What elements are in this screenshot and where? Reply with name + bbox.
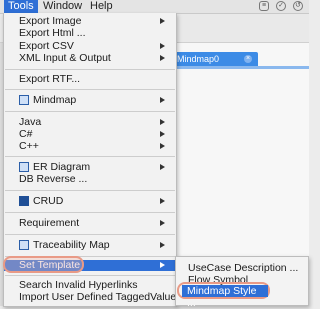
menu-item-export-csv[interactable]: Export CSV xyxy=(4,41,176,52)
menu-window[interactable]: Window xyxy=(43,0,82,13)
menu-item-cpp[interactable]: C++ xyxy=(4,141,176,152)
menu-item-csharp[interactable]: C# xyxy=(4,129,176,140)
diagram-tab-label: Mindmap0 xyxy=(177,54,220,64)
submenu-arrow-icon xyxy=(160,143,165,149)
menu-separator xyxy=(5,111,175,112)
menu-item-search-invalid-hyperlinks[interactable]: Search Invalid Hyperlinks xyxy=(4,280,176,291)
check-icon[interactable]: ✓ xyxy=(276,1,286,11)
traceability-icon xyxy=(19,240,29,250)
menu-item-export-rtf[interactable]: Export RTF... xyxy=(4,74,176,85)
menu-item-export-image[interactable]: Export Image xyxy=(4,16,176,27)
menu-separator xyxy=(5,89,175,90)
menu-item-crud[interactable]: CRUD xyxy=(4,196,176,207)
menu-bar: Tools Window Help ≡ ✓ ↺ xyxy=(0,0,309,14)
submenu-arrow-icon xyxy=(160,131,165,137)
menu-tools[interactable]: Tools xyxy=(4,0,38,13)
submenu-item-mindmap-style[interactable]: Mindmap Style ... xyxy=(182,285,268,309)
submenu-item-usecase-description[interactable]: UseCase Description ... xyxy=(188,262,298,274)
submenu-arrow-icon xyxy=(160,220,165,226)
menu-separator xyxy=(5,234,175,235)
notification-icon[interactable]: ≡ xyxy=(259,1,269,11)
menu-item-xml-input-output[interactable]: XML Input & Output xyxy=(4,53,176,64)
submenu-arrow-icon xyxy=(160,97,165,103)
menu-separator xyxy=(5,275,175,276)
menu-separator xyxy=(5,212,175,213)
menu-separator xyxy=(5,190,175,191)
menu-item-requirement[interactable]: Requirement xyxy=(4,218,176,229)
submenu-arrow-icon xyxy=(160,119,165,125)
menu-item-db-reverse[interactable]: DB Reverse ... xyxy=(4,174,176,185)
submenu-arrow-icon xyxy=(160,262,165,268)
menu-separator xyxy=(5,156,175,157)
crud-icon xyxy=(19,196,29,206)
submenu-arrow-icon xyxy=(160,43,165,49)
menu-item-mindmap[interactable]: Mindmap xyxy=(4,95,176,106)
submenu-arrow-icon xyxy=(160,198,165,204)
mindmap-icon xyxy=(19,95,29,105)
submenu-arrow-icon xyxy=(160,55,165,61)
diagram-tab[interactable]: Mindmap0 × xyxy=(172,52,258,66)
menu-item-import-tagged-value[interactable]: Import User Defined TaggedValue xyxy=(4,292,176,303)
submenu-arrow-icon xyxy=(160,242,165,248)
menu-separator xyxy=(5,69,175,70)
menu-item-java[interactable]: Java xyxy=(4,117,176,128)
submenu-arrow-icon xyxy=(160,18,165,24)
set-template-highlight xyxy=(3,256,84,273)
close-icon[interactable]: × xyxy=(244,55,252,63)
submenu-arrow-icon xyxy=(160,164,165,170)
tab-strip xyxy=(172,66,309,69)
er-diagram-icon xyxy=(19,162,29,172)
menu-item-er-diagram[interactable]: ER Diagram xyxy=(4,162,176,173)
menu-item-export-html[interactable]: Export Html ... xyxy=(4,28,176,39)
menu-item-traceability-map[interactable]: Traceability Map xyxy=(4,240,176,251)
time-machine-icon[interactable]: ↺ xyxy=(293,1,303,11)
menu-help[interactable]: Help xyxy=(90,0,113,13)
